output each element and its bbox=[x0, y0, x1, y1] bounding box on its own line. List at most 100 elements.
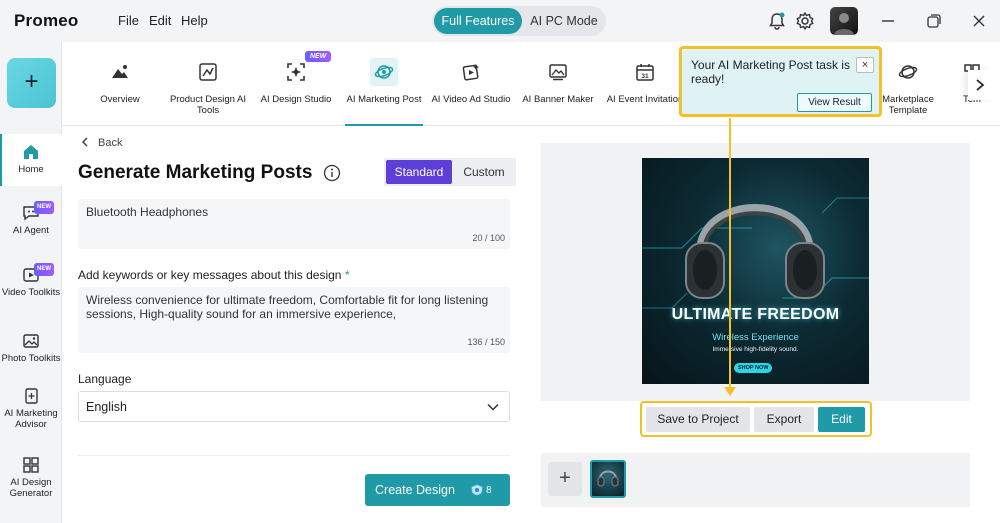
chevron-left-icon bbox=[81, 137, 88, 147]
main-panel: Back Generate Marketing Posts Standard C… bbox=[62, 126, 1000, 523]
overview-icon bbox=[112, 65, 128, 78]
char-count: 20 / 100 bbox=[472, 233, 505, 243]
marketing-post-icon bbox=[374, 65, 394, 79]
sidebar-item-ai-design-generator[interactable]: AI Design Generator bbox=[0, 456, 62, 499]
thumbnail[interactable] bbox=[590, 460, 626, 498]
sidebar-item-label: AI Design Generator bbox=[9, 477, 53, 499]
poster-cta: SHOP NOW bbox=[734, 363, 773, 373]
back-label: Back bbox=[98, 137, 123, 149]
tool-label: AI Banner Maker bbox=[522, 94, 594, 105]
notification-text: Your AI Marketing Post task is ready! bbox=[691, 58, 850, 86]
new-project-button[interactable]: + bbox=[7, 58, 56, 108]
thumbnail-image bbox=[597, 470, 619, 487]
design-studio-icon bbox=[287, 63, 305, 81]
chevron-right-icon bbox=[976, 79, 985, 91]
gear-icon[interactable] bbox=[794, 10, 816, 32]
tool-ai-video-ad[interactable]: AI Video Ad Studio bbox=[431, 58, 511, 105]
tool-label: AI Marketing Post bbox=[346, 94, 422, 105]
mode-segment: Standard Custom bbox=[384, 158, 516, 186]
scroll-right-button[interactable] bbox=[968, 70, 992, 100]
tool-ai-design-studio[interactable]: AI Design Studio bbox=[256, 58, 336, 105]
tool-ai-event-invitation[interactable]: 31 AI Event Invitation bbox=[605, 58, 685, 105]
poster-subtitle: Wireless Experience bbox=[712, 332, 799, 343]
calendar-icon: 31 bbox=[636, 64, 654, 81]
keywords-label: Add keywords or key messages about this … bbox=[78, 268, 350, 282]
tool-ai-marketing-post[interactable]: AI Marketing Post bbox=[344, 58, 424, 126]
sidebar-item-video-toolkits[interactable]: NEW Video Toolkits bbox=[0, 263, 62, 298]
add-thumbnail-button[interactable]: + bbox=[548, 462, 582, 496]
avatar[interactable] bbox=[830, 7, 858, 35]
sidebar-item-label: AI Marketing Advisor bbox=[4, 408, 58, 430]
mode-toggle: Full Features AI PC Mode bbox=[432, 6, 606, 36]
edit-button[interactable]: Edit bbox=[818, 407, 865, 432]
title-bar: Promeo File Edit Help Full Features AI P… bbox=[0, 0, 1000, 42]
required-mark: * bbox=[344, 268, 350, 282]
create-design-button[interactable]: Create Design 8 bbox=[365, 474, 510, 506]
generated-poster[interactable]: ULTIMATE FREEDOM Wireless Experience Imm… bbox=[642, 158, 869, 384]
product-design-icon bbox=[199, 63, 217, 81]
char-count: 136 / 150 bbox=[467, 337, 505, 347]
tool-ai-banner[interactable]: AI Banner Maker bbox=[518, 58, 598, 105]
minimize-icon[interactable] bbox=[877, 10, 899, 32]
app-logo: Promeo bbox=[14, 11, 79, 30]
svg-text:31: 31 bbox=[641, 73, 649, 80]
sidebar-item-photo-toolkits[interactable]: Photo Toolkits bbox=[0, 332, 62, 364]
tool-label: Product Design AI Tools bbox=[169, 94, 247, 116]
keywords-label-text: Add keywords or key messages about this … bbox=[78, 268, 342, 282]
advisor-icon bbox=[25, 388, 38, 404]
create-label: Create Design bbox=[375, 483, 455, 497]
chevron-down-icon bbox=[487, 403, 499, 411]
sidebar: Home NEW AI Agent NEW Video Toolkits Pho… bbox=[0, 42, 62, 523]
credit-count: 8 bbox=[471, 484, 492, 496]
sidebar-item-home[interactable]: Home bbox=[0, 134, 62, 186]
product-value: Bluetooth Headphones bbox=[86, 205, 209, 219]
close-icon[interactable] bbox=[968, 10, 990, 32]
tool-overview[interactable]: Overview bbox=[80, 58, 160, 105]
language-select[interactable]: English bbox=[78, 391, 510, 422]
tool-label: Marketplace Template bbox=[882, 94, 934, 116]
sidebar-item-label: Home bbox=[18, 164, 44, 175]
preview-actions: Save to Project Export Edit bbox=[640, 401, 872, 437]
mode-ai-pc[interactable]: AI PC Mode bbox=[524, 8, 604, 34]
restore-icon[interactable] bbox=[923, 10, 945, 32]
custom-tab[interactable]: Custom bbox=[454, 160, 514, 184]
view-result-button[interactable]: View Result bbox=[797, 93, 872, 112]
tool-product-design[interactable]: Product Design AI Tools bbox=[168, 58, 248, 116]
sidebar-item-ai-marketing-advisor[interactable]: AI Marketing Advisor bbox=[0, 387, 62, 430]
keywords-field[interactable]: Wireless convenience for ultimate freedo… bbox=[78, 287, 510, 353]
grid-icon bbox=[23, 457, 39, 473]
divider bbox=[78, 455, 510, 456]
notification-close-button[interactable]: × bbox=[856, 57, 874, 73]
menu-edit[interactable]: Edit bbox=[149, 13, 171, 28]
page-title: Generate Marketing Posts bbox=[78, 162, 313, 183]
thumbnail-strip: + bbox=[541, 453, 970, 507]
export-button[interactable]: Export bbox=[754, 407, 814, 432]
photo-icon bbox=[23, 334, 39, 348]
language-value: English bbox=[86, 400, 127, 414]
bell-icon[interactable] bbox=[766, 10, 788, 32]
credit-value: 8 bbox=[486, 484, 492, 496]
credit-icon bbox=[471, 484, 483, 496]
pointer-arrow-head bbox=[724, 387, 736, 396]
marketplace-icon bbox=[898, 65, 918, 79]
poster-title: ULTIMATE FREEDOM bbox=[671, 306, 840, 323]
sidebar-item-ai-agent[interactable]: NEW AI Agent bbox=[0, 201, 62, 236]
product-field[interactable]: Bluetooth Headphones 20 / 100 bbox=[78, 199, 510, 249]
home-icon bbox=[24, 145, 38, 159]
keywords-value: Wireless convenience for ultimate freedo… bbox=[86, 293, 489, 321]
standard-tab[interactable]: Standard bbox=[386, 160, 452, 184]
sidebar-item-label: AI Agent bbox=[13, 225, 49, 236]
pointer-arrow-line bbox=[729, 118, 731, 388]
menu-file[interactable]: File bbox=[118, 13, 139, 28]
poster-tagline: Immersive high-fidelity sound. bbox=[712, 346, 799, 353]
tool-label: AI Design Studio bbox=[260, 94, 332, 105]
banner-icon bbox=[549, 64, 567, 81]
tool-label: AI Video Ad Studio bbox=[431, 94, 511, 105]
mode-full-features[interactable]: Full Features bbox=[434, 8, 522, 34]
back-link[interactable]: Back bbox=[80, 137, 122, 149]
tool-label: AI Event Invitation bbox=[606, 94, 684, 105]
info-icon[interactable] bbox=[323, 164, 341, 182]
tool-label: Overview bbox=[100, 94, 140, 105]
save-to-project-button[interactable]: Save to Project bbox=[646, 407, 750, 432]
menu-help[interactable]: Help bbox=[181, 13, 208, 28]
